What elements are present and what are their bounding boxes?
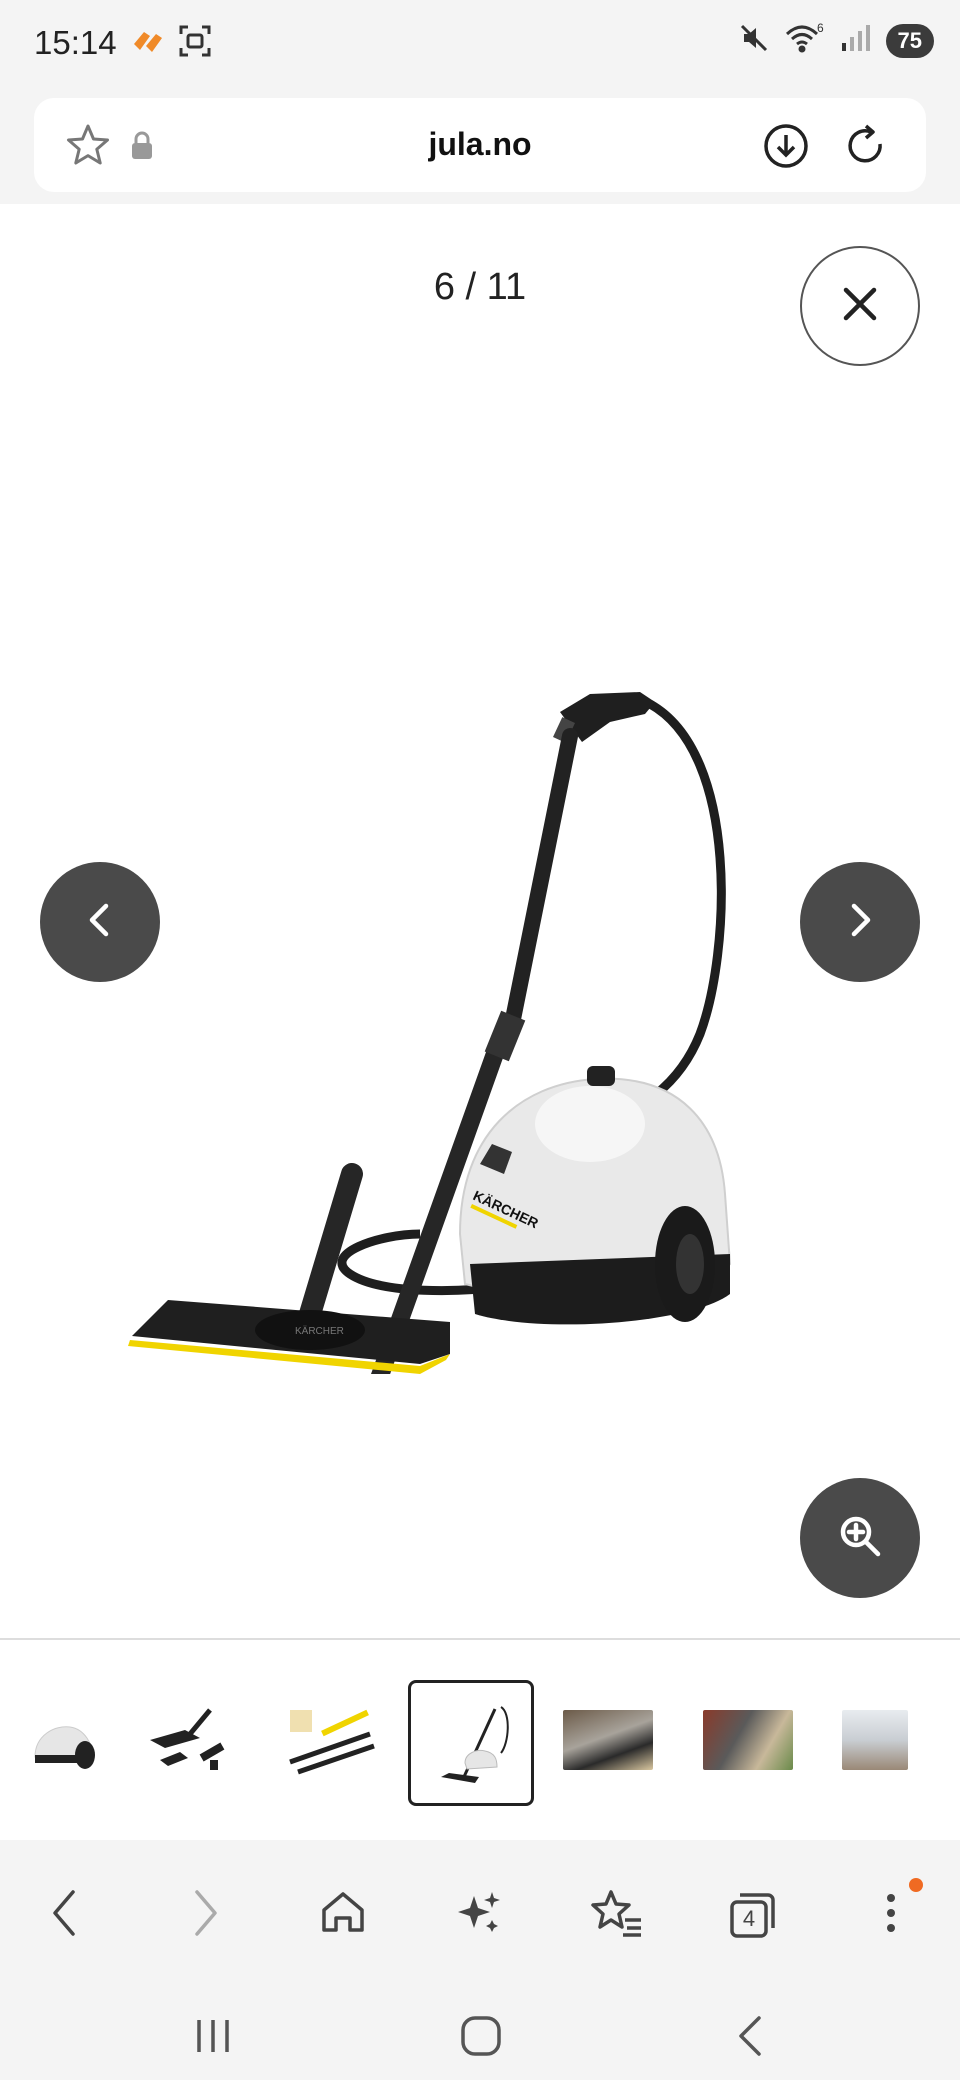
address-bar[interactable]: jula.no: [34, 98, 926, 192]
svg-text:KÄRCHER: KÄRCHER: [295, 1325, 344, 1337]
chevron-left-icon: [80, 900, 120, 945]
status-icons-right: 6 75: [738, 21, 934, 59]
close-button[interactable]: [800, 246, 920, 366]
home-icon: [318, 1888, 368, 1943]
recent-apps-icon: [191, 2016, 235, 2061]
menu-button[interactable]: [856, 1877, 926, 1950]
image-gallery: 6 / 11 KÄRCHER KÄRCHER: [0, 204, 960, 1638]
svg-text:6: 6: [817, 22, 824, 35]
forward-arrow-icon: [185, 1888, 225, 1943]
thumb-photo-room: [842, 1710, 908, 1770]
recent-apps-button[interactable]: [178, 2008, 248, 2068]
thumb-table-scene[interactable]: [548, 1680, 668, 1800]
thumb-pads-tubes[interactable]: [270, 1680, 390, 1800]
wifi-icon: 6: [784, 21, 826, 59]
thumb-steam-mop[interactable]: [408, 1680, 534, 1806]
mute-icon: [738, 22, 770, 59]
notification-dot: [909, 1877, 923, 1892]
system-nav-bar: [0, 2000, 960, 2080]
tabs-count: 4: [742, 1906, 756, 1931]
product-image-steam-cleaner: KÄRCHER KÄRCHER: [128, 692, 732, 1374]
battery-indicator: 75: [885, 23, 934, 58]
home-button[interactable]: [308, 1880, 378, 1950]
thumbnail-strip: [0, 1638, 960, 1842]
thumb-accessories[interactable]: [130, 1680, 250, 1800]
chevron-right-icon: [840, 900, 880, 945]
steam-unit-body: KÄRCHER: [458, 1066, 732, 1325]
reload-icon[interactable]: [842, 122, 890, 170]
tabs-icon: 4: [728, 1890, 778, 1940]
address-bar-area: jula.no: [0, 92, 960, 204]
back-arrow-icon: [45, 1888, 85, 1943]
system-back-icon: [733, 2014, 769, 2063]
forward-button[interactable]: [170, 1880, 240, 1950]
bookmarks-button[interactable]: [582, 1880, 652, 1950]
next-image-button[interactable]: [800, 862, 920, 982]
tabs-button[interactable]: 4: [718, 1880, 788, 1950]
prev-image-button[interactable]: [40, 862, 160, 982]
status-time: 15:14: [34, 24, 117, 61]
thumb-room-scene[interactable]: [815, 1680, 935, 1800]
back-button[interactable]: [30, 1880, 100, 1950]
browser-toolbar: 4: [0, 1840, 960, 2000]
image-counter: 6 / 11: [433, 266, 527, 308]
zoom-button[interactable]: [800, 1478, 920, 1598]
thumb-photo-kitchen: [703, 1710, 793, 1770]
status-bar: 15:14 6 75: [0, 0, 960, 92]
thumb-steam-unit[interactable]: [0, 1680, 120, 1800]
download-icon[interactable]: [762, 122, 810, 170]
sparkle-icon: [454, 1888, 504, 1943]
system-home-button[interactable]: [446, 2008, 516, 2068]
thumb-kitchen-scene[interactable]: [688, 1680, 808, 1800]
close-icon: [840, 284, 880, 329]
app-notification-icon: [130, 26, 164, 61]
system-back-button[interactable]: [716, 2008, 786, 2068]
ai-assistant-button[interactable]: [444, 1880, 514, 1950]
thumb-photo-table: [563, 1710, 653, 1770]
system-home-icon: [459, 2014, 503, 2063]
bookmarks-star-list-icon: [591, 1888, 643, 1943]
signal-icon: [840, 23, 872, 58]
screenshot-icon: [178, 24, 212, 63]
zoom-in-icon: [836, 1512, 884, 1565]
status-icons-left: [130, 24, 212, 63]
more-vertical-icon: [881, 1877, 923, 1943]
